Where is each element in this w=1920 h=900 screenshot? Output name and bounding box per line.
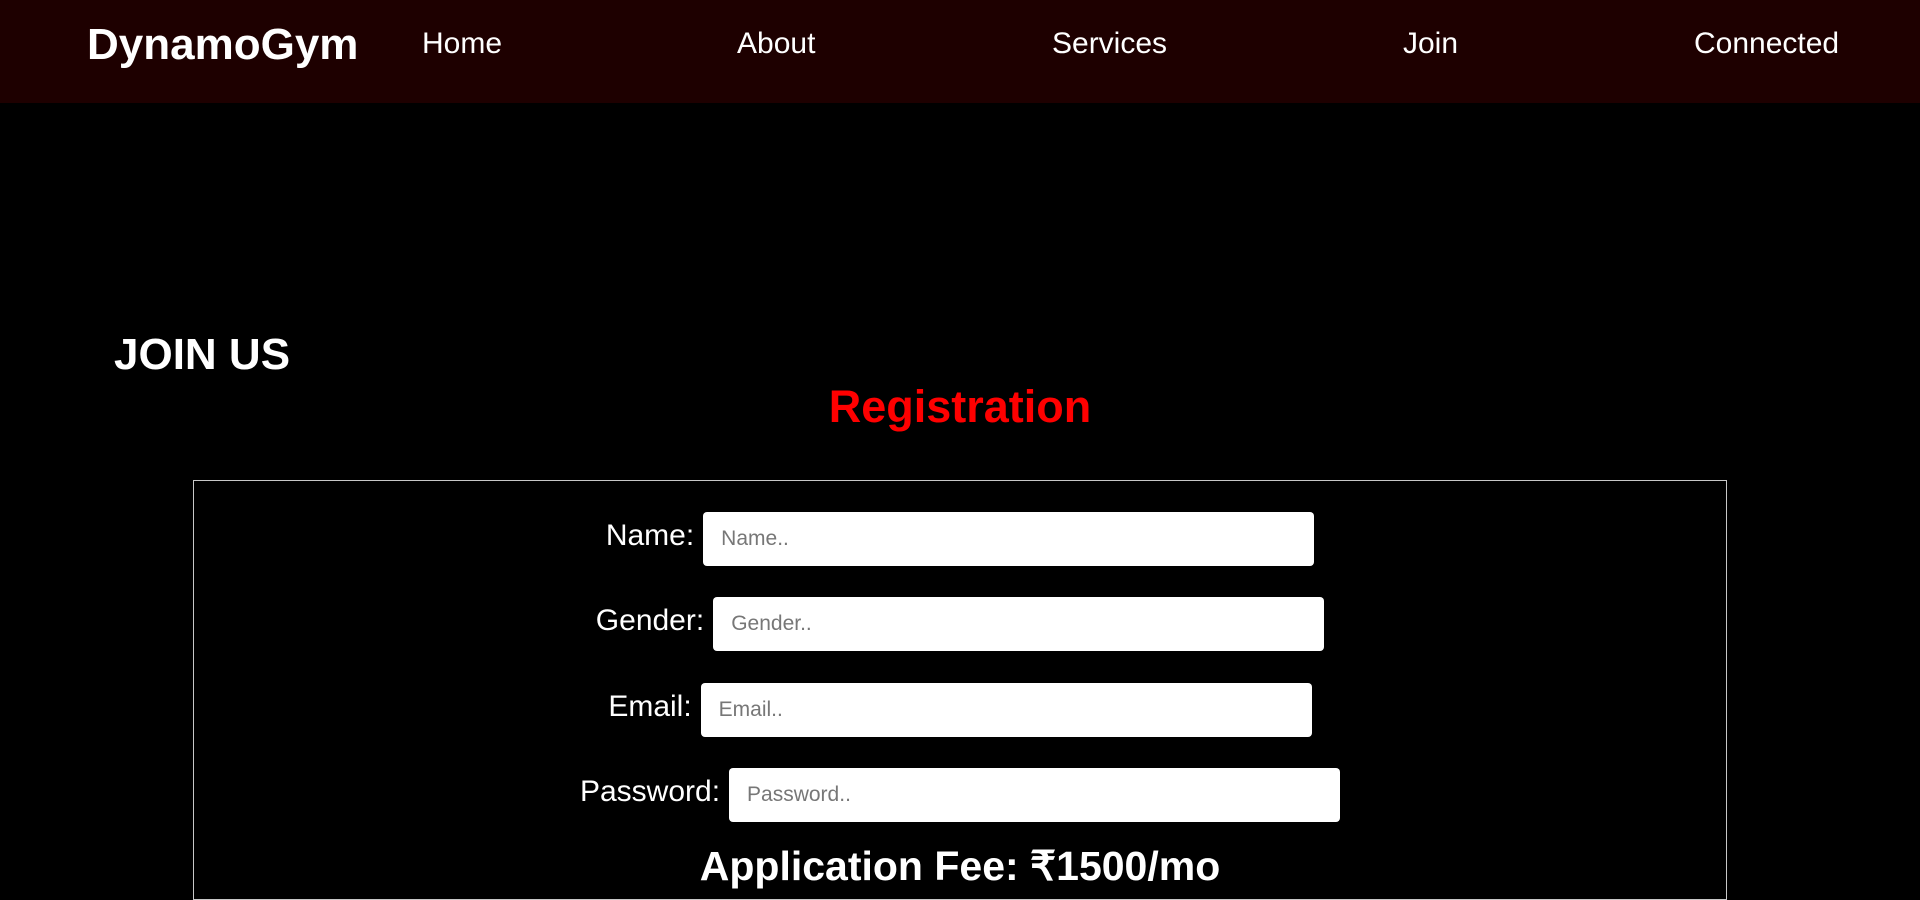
brand-logo[interactable]: DynamoGym: [87, 21, 358, 68]
nav-link-home[interactable]: Home: [422, 28, 502, 60]
gender-field-row: Gender:: [0, 597, 1920, 651]
name-field-row: Name:: [0, 512, 1920, 566]
top-navbar: DynamoGym Home About Services Join Conne…: [0, 0, 1920, 103]
name-label: Name:: [605, 519, 695, 552]
email-field-row: Email:: [0, 683, 1920, 737]
email-input[interactable]: [700, 683, 1312, 737]
gender-label: Gender:: [595, 604, 705, 637]
gender-input[interactable]: [713, 597, 1325, 651]
password-input[interactable]: [729, 768, 1341, 822]
nav-link-about[interactable]: About: [737, 28, 815, 60]
name-input[interactable]: [703, 512, 1315, 566]
join-us-heading: JOIN US: [114, 330, 291, 379]
password-field-row: Password:: [0, 768, 1920, 822]
nav-link-services[interactable]: Services: [1052, 28, 1167, 60]
password-label: Password:: [579, 775, 721, 808]
nav-link-join[interactable]: Join: [1403, 28, 1458, 60]
nav-link-connected[interactable]: Connected: [1694, 28, 1839, 60]
registration-heading: Registration: [828, 381, 1092, 432]
application-fee-text: Application Fee: ₹1500/mo: [699, 843, 1221, 889]
email-label: Email:: [608, 690, 692, 723]
